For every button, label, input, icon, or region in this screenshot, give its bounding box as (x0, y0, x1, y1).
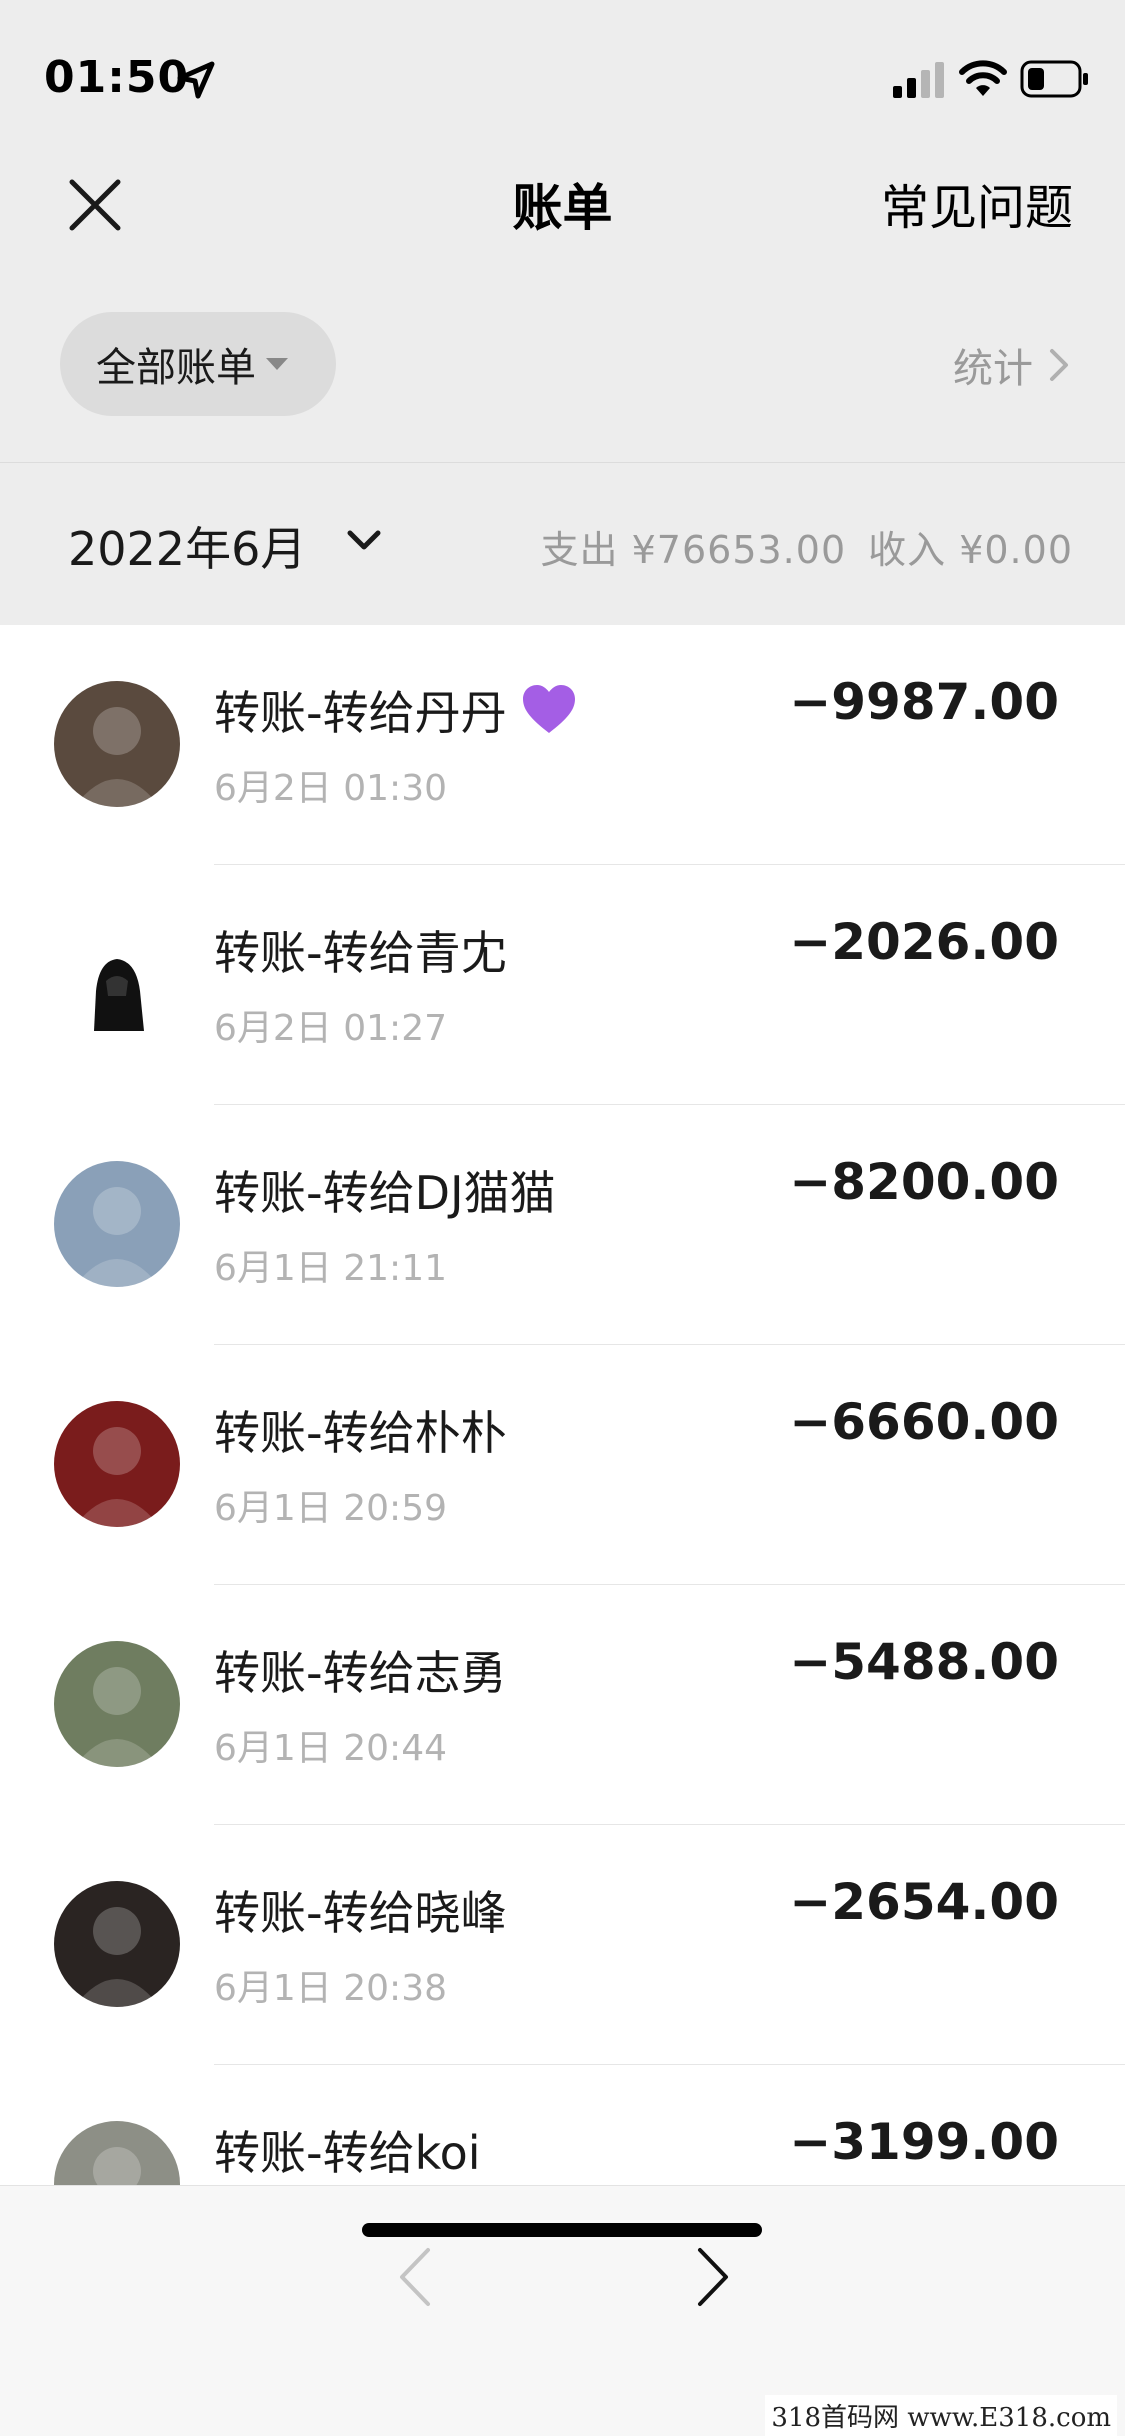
bill-title-text: 转账-转给志勇 (214, 1646, 507, 1700)
bill-row[interactable]: 转账-转给青冘 6月2日 01:27 −2026.00 (0, 865, 1125, 1105)
chevron-right-icon (1050, 349, 1068, 381)
bill-title-text: 转账-转给朴朴 (214, 1406, 507, 1460)
bill-amount: −9987.00 (789, 673, 1059, 731)
bill-title: 转账-转给志勇 (214, 1637, 507, 1703)
income-total: 收入 ¥0.00 (868, 528, 1073, 572)
bill-title: 转账-转给朴朴 (214, 1397, 507, 1463)
bill-time: 6月1日 20:44 (214, 1728, 447, 1769)
avatar (54, 1401, 180, 1527)
bill-row[interactable]: 转账-转给晓峰 6月1日 20:38 −2654.00 (0, 1825, 1125, 2065)
avatar (54, 1881, 180, 2007)
filter-row: 全部账单 统计 (0, 300, 1125, 463)
bill-row[interactable]: 转账-转给DJ猫猫 6月1日 21:11 −8200.00 (0, 1105, 1125, 1345)
avatar (54, 921, 180, 1047)
bill-time: 6月1日 20:38 (214, 1968, 447, 2009)
bill-title-text: 转账-转给丹丹 (214, 686, 507, 740)
bill-title: 转账-转给koi (214, 2117, 481, 2183)
home-indicator[interactable] (362, 2223, 762, 2237)
expense-total: 支出 ¥76653.00 (540, 528, 847, 572)
bill-title-text: 转账-转给DJ猫猫 (214, 1166, 556, 1220)
chevron-right-icon[interactable] (696, 2246, 730, 2308)
bill-amount: −5488.00 (789, 1633, 1059, 1691)
bill-time: 6月2日 01:30 (214, 768, 447, 809)
bill-row[interactable]: 转账-转给丹丹 6月2日 01:30 −9987.00 (0, 625, 1125, 865)
bill-type-filter-label: 全部账单 (96, 345, 256, 391)
bill-title-text: 转账-转给晓峰 (214, 1886, 507, 1940)
stats-link[interactable]: 统计 (953, 336, 1069, 394)
bill-time: 6月1日 21:11 (214, 1248, 447, 1289)
bill-time: 6月1日 20:59 (214, 1488, 447, 1529)
signal-icon (893, 62, 944, 98)
bill-title-text: 转账-转给青冘 (214, 926, 507, 980)
battery-icon (1020, 60, 1088, 98)
bill-row[interactable]: 转账-转给志勇 6月1日 20:44 −5488.00 (0, 1585, 1125, 1825)
bill-row[interactable]: 转账-转给朴朴 6月1日 20:59 −6660.00 (0, 1345, 1125, 1585)
avatar (54, 2121, 180, 2185)
stats-label: 统计 (953, 346, 1033, 392)
purple-heart-icon (522, 685, 575, 733)
bill-title: 转账-转给青冘 (214, 917, 507, 983)
bill-amount: −2026.00 (789, 913, 1059, 971)
status-time: 01:50 (44, 52, 190, 103)
bill-type-filter[interactable]: 全部账单 (60, 312, 336, 416)
bill-title: 转账-转给DJ猫猫 (214, 1157, 556, 1223)
nav-bar: 账单 常见问题 (0, 150, 1125, 300)
avatar (54, 1641, 180, 1767)
bill-amount: −6660.00 (789, 1393, 1059, 1451)
bill-screen: 01:50 账单 常见问题 全部账单 统计 2022年6月 支出 ¥76653.… (0, 0, 1125, 2436)
bill-row[interactable]: 转账-转给koi −3199.00 (0, 2065, 1125, 2185)
bill-title: 转账-转给晓峰 (214, 1877, 507, 1943)
bill-title-text: 转账-转给koi (214, 2126, 481, 2180)
caret-down-icon (266, 358, 288, 370)
month-row: 2022年6月 支出 ¥76653.00 收入 ¥0.00 (0, 463, 1125, 625)
wifi-icon (959, 60, 1007, 96)
location-arrow-icon (177, 61, 215, 99)
chevron-left-icon[interactable] (398, 2246, 432, 2308)
bill-amount: −2654.00 (789, 1873, 1059, 1931)
bill-list: 转账-转给丹丹 6月2日 01:30 −9987.00 转账-转给青冘 6月2日 01:… (0, 625, 1125, 2185)
chevron-down-icon[interactable] (346, 529, 382, 553)
bill-title: 转账-转给丹丹 (214, 677, 577, 743)
status-bar: 01:50 (0, 0, 1125, 150)
faq-link[interactable]: 常见问题 (881, 168, 1073, 238)
bill-amount: −3199.00 (789, 2113, 1059, 2171)
avatar (54, 681, 180, 807)
month-summary: 支出 ¥76653.00 收入 ¥0.00 (541, 519, 1073, 574)
watermark-text: 318首码网 www.E318.com (765, 2395, 1117, 2436)
avatar (54, 1161, 180, 1287)
bill-time: 6月2日 01:27 (214, 1008, 447, 1049)
month-selector[interactable]: 2022年6月 (68, 513, 306, 579)
bill-amount: −8200.00 (789, 1153, 1059, 1211)
